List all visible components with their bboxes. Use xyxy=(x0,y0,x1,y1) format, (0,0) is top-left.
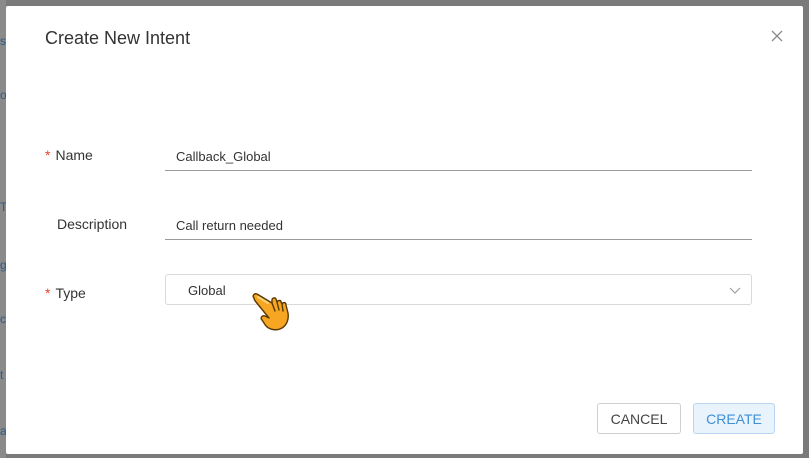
dialog-title: Create New Intent xyxy=(45,28,191,48)
create-intent-dialog: Create New Intent *Name Description *Typ… xyxy=(6,6,803,454)
close-button[interactable] xyxy=(769,28,785,44)
description-input[interactable] xyxy=(165,212,752,240)
chevron-down-icon xyxy=(729,287,741,294)
description-label: Description xyxy=(57,216,128,232)
type-selected-value: Global xyxy=(188,283,226,298)
name-label: * Name xyxy=(45,147,93,163)
hand-pointer-icon xyxy=(252,293,289,331)
close-icon xyxy=(771,30,783,42)
required-marker: * xyxy=(45,147,51,163)
cancel-button[interactable]: CANCEL xyxy=(597,403,681,434)
name-label-text: Name xyxy=(55,147,93,163)
type-label: * Type xyxy=(45,285,86,301)
type-label-text: Type xyxy=(55,285,86,301)
required-marker: * xyxy=(45,285,51,301)
name-input[interactable] xyxy=(165,143,752,171)
create-button[interactable]: CREATE xyxy=(693,403,775,434)
